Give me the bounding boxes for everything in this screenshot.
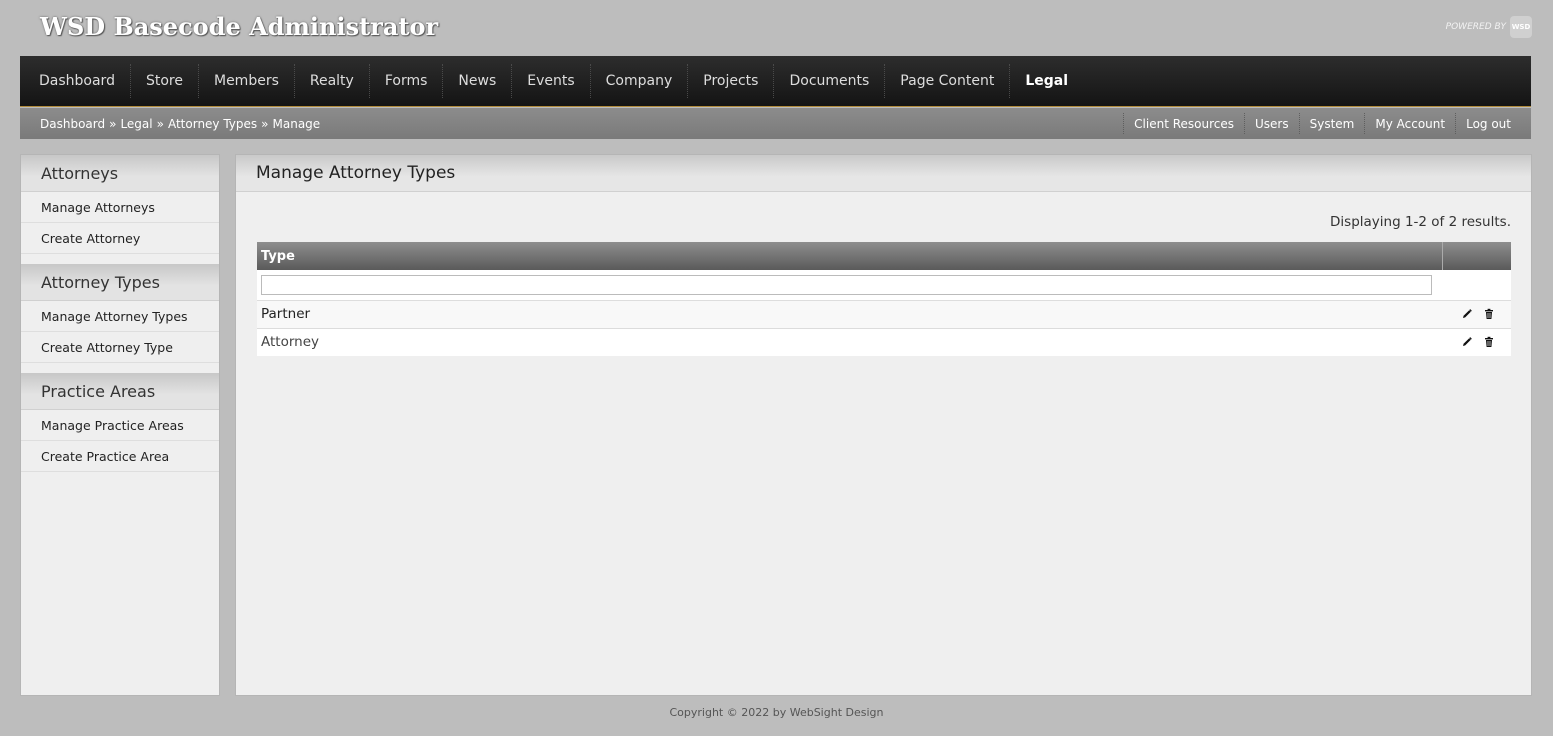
breadcrumb-manage: Manage: [272, 116, 321, 131]
users-link[interactable]: Users: [1244, 113, 1299, 134]
sidebar-section-attorney-types: Attorney Types: [21, 264, 219, 301]
nav-item-dashboard[interactable]: Dashboard: [24, 64, 130, 98]
type-filter-input[interactable]: [261, 274, 1432, 295]
client-resources-link[interactable]: Client Resources: [1123, 113, 1244, 134]
column-header-type[interactable]: Type: [257, 242, 1443, 270]
nav-item-legal[interactable]: Legal: [1009, 64, 1083, 98]
type-cell: Attorney: [257, 328, 1442, 356]
breadcrumb-attorney-types[interactable]: Attorney Types: [168, 117, 257, 131]
pencil-icon[interactable]: [1461, 308, 1473, 320]
nav-item-news[interactable]: News: [442, 64, 511, 98]
utility-links: Client Resources Users System My Account…: [1123, 113, 1521, 134]
app-title: WSD Basecode Administrator: [40, 12, 439, 41]
nav-item-company[interactable]: Company: [589, 64, 688, 98]
sidebar-item-create-attorney-type[interactable]: Create Attorney Type: [21, 332, 219, 363]
nav-item-forms[interactable]: Forms: [368, 64, 443, 98]
footer-copyright: Copyright © 2022 by WebSight Design: [669, 706, 884, 719]
trash-icon[interactable]: [1483, 308, 1495, 320]
logout-link[interactable]: Log out: [1455, 113, 1521, 134]
filter-cell: [257, 270, 1442, 301]
sidebar-item-manage-attorney-types[interactable]: Manage Attorney Types: [21, 301, 219, 332]
nav-item-members[interactable]: Members: [197, 64, 294, 98]
sidebar-item-manage-attorneys[interactable]: Manage Attorneys: [21, 192, 219, 223]
row-actions: [1442, 328, 1511, 356]
nav-item-store[interactable]: Store: [129, 64, 198, 98]
nav-item-documents[interactable]: Documents: [773, 64, 884, 98]
pencil-icon[interactable]: [1461, 336, 1473, 348]
my-account-link[interactable]: My Account: [1364, 113, 1455, 134]
trash-icon[interactable]: [1483, 336, 1495, 348]
nav-item-projects[interactable]: Projects: [687, 64, 773, 98]
type-cell: Partner: [257, 300, 1442, 329]
sidebar-item-manage-practice-areas[interactable]: Manage Practice Areas: [21, 410, 219, 441]
sidebar-section-practice-areas: Practice Areas: [21, 373, 219, 410]
sidebar-section-attorneys: Attorneys: [21, 155, 219, 192]
nav-item-realty[interactable]: Realty: [293, 64, 369, 98]
wsd-logo-icon: WSD: [1510, 16, 1532, 38]
sidebar-item-create-attorney[interactable]: Create Attorney: [21, 223, 219, 254]
attorney-types-table: Type Partner Attorney: [257, 242, 1511, 356]
main-content: Manage Attorney Types Displaying 1-2 of …: [235, 154, 1532, 696]
breadcrumb-separator: »: [156, 116, 164, 131]
system-link[interactable]: System: [1298, 113, 1365, 134]
row-actions: [1442, 300, 1511, 329]
sub-bar: Dashboard » Legal » Attorney Types » Man…: [20, 108, 1531, 139]
breadcrumb: Dashboard » Legal » Attorney Types » Man…: [40, 117, 320, 131]
nav-item-page-content[interactable]: Page Content: [884, 64, 1009, 98]
page-title: Manage Attorney Types: [236, 155, 1531, 192]
sidebar-item-create-practice-area[interactable]: Create Practice Area: [21, 441, 219, 472]
main-nav: Dashboard Store Members Realty Forms New…: [20, 56, 1531, 107]
table-row: Attorney: [257, 328, 1511, 356]
powered-by-label: POWERED BY: [1445, 22, 1506, 32]
powered-by: POWERED BY WSD: [1446, 16, 1532, 38]
filter-row: [257, 270, 1511, 301]
sidebar: Attorneys Manage Attorneys Create Attorn…: [20, 154, 220, 696]
breadcrumb-separator: »: [261, 116, 269, 131]
nav-item-events[interactable]: Events: [511, 64, 589, 98]
breadcrumb-separator: »: [109, 116, 117, 131]
breadcrumb-legal[interactable]: Legal: [120, 117, 152, 131]
breadcrumb-dashboard[interactable]: Dashboard: [40, 117, 105, 131]
table-row: Partner: [257, 300, 1511, 329]
column-header-actions: [1442, 242, 1511, 270]
results-summary: Displaying 1-2 of 2 results.: [1330, 214, 1511, 230]
